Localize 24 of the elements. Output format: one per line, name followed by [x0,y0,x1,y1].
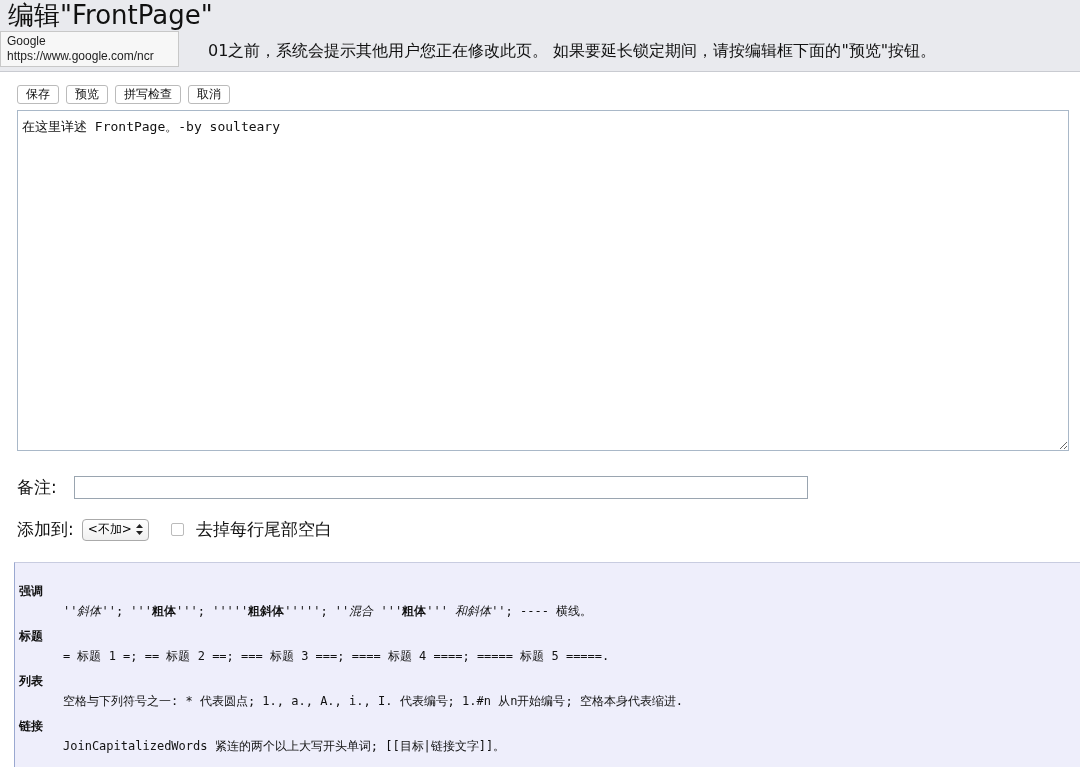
add-to-label: 添加到: [17,518,74,541]
help-term: 链接 [19,718,44,735]
spellcheck-button[interactable]: 拼写检查 [115,85,181,104]
tooltip-title: Google [7,34,47,49]
add-to-select[interactable]: <不加> [81,518,149,541]
tooltip-url: https://www.google.com/ncr [7,49,155,64]
comment-field[interactable] [73,476,808,499]
notice-text: 01之前，系统会提示其他用户您正在修改此页。 如果要延长锁定期间，请按编辑框下面的"预览"按钮。 [208,40,937,62]
help-description: = 标题 1 =; == 标题 2 ==; === 标题 3 ===; ==== 标题 4 ====; ===== 标题 5 =====. [62,648,611,665]
page-title: 编辑"FrontPage" [8,0,214,30]
help-description: 空格与下列符号之一: * 代表圆点; 1., a., A., i., I. 代表编号; 1.#n 从n开始编号; 空格本身代表缩进. [62,693,685,710]
save-button[interactable]: 保存 [17,85,59,104]
help-term: 强调 [19,583,44,600]
help-term: 列表 [19,673,44,690]
trim-label: 去掉每行尾部空白 [195,518,332,541]
trim-checkbox[interactable] [170,523,184,536]
updown-icon [135,524,143,535]
editor-textarea[interactable]: 在这里详述 FrontPage。-by soulteary [17,110,1069,451]
preview-button[interactable]: 预览 [66,85,108,104]
help-term: 标题 [19,628,44,645]
cancel-button[interactable]: 取消 [188,85,230,104]
comment-label: 备注: [17,476,57,499]
help-description: ''斜体''; '''粗体'''; '''''粗斜体'''''; ''混合 '''粗体''' 和斜体''; ---- 横线。 [62,603,594,620]
help-description: JoinCapitalizedWords 紧连的两个以上大写开头单词; [[目标|链接文字]]。 [62,738,507,755]
